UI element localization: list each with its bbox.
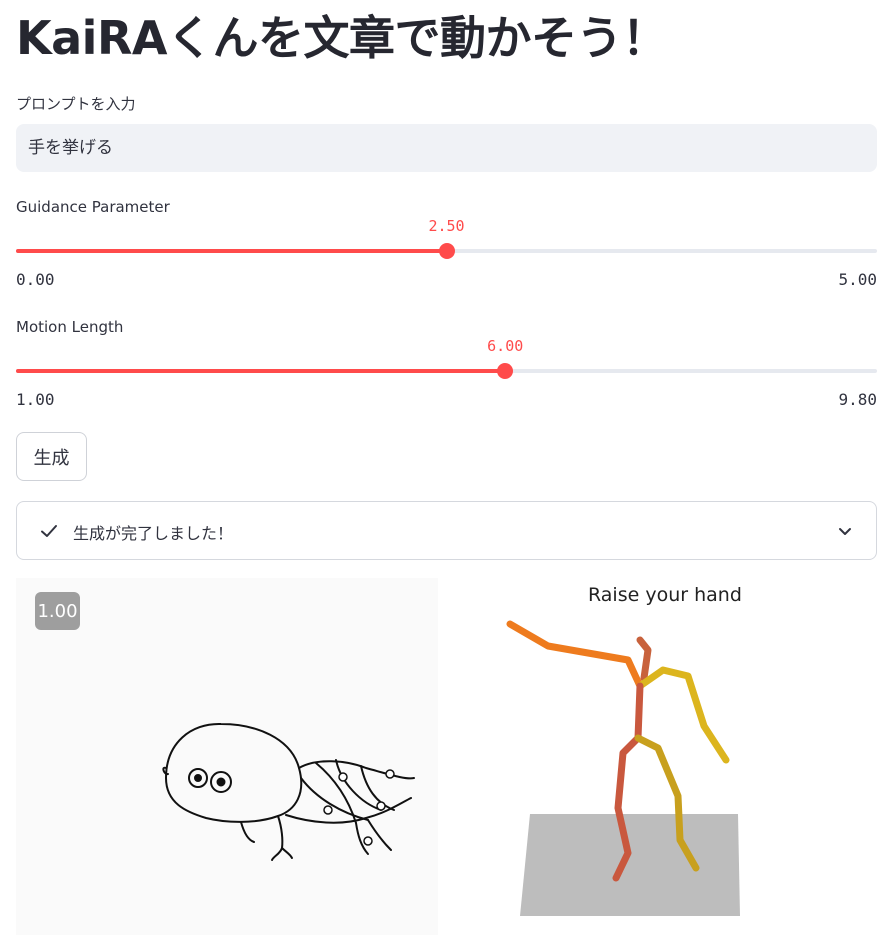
status-text: 生成が完了しました！ [73,524,234,543]
motion-length-min: 1.00 [16,390,55,409]
slider-thumb[interactable] [497,363,514,379]
chevron-down-icon[interactable] [836,522,854,540]
prompt-label: プロンプトを入力 [16,95,136,113]
video-player[interactable] [16,578,438,935]
guidance-max: 5.00 [838,270,877,289]
skeleton-figure [506,620,740,916]
guidance-slider[interactable]: 2.50 [16,217,877,267]
slider-fill [16,369,506,373]
motion-length-slider[interactable]: 6.00 [16,337,877,387]
prompt-input[interactable]: 手を挙げる [16,124,877,172]
slider-value: 6.00 [487,337,524,355]
slider-fill [16,249,447,253]
motion-animation [448,578,888,935]
guidance-min: 0.00 [16,270,55,289]
guidance-label: Guidance Parameter [16,198,170,216]
generate-button[interactable]: 生成 [16,432,87,481]
status-expander[interactable]: 生成が完了しました！ [16,501,877,560]
page-title: KaiRAくんを文章で動かそう！ [16,11,668,65]
animation-caption: Raise your hand [588,584,742,606]
slider-thumb[interactable] [438,243,455,259]
kaira-character-image [162,722,415,861]
slider-value: 2.50 [428,217,465,235]
motion-length-label: Motion Length [16,318,124,336]
ground-plane [520,814,740,916]
check-icon [41,525,57,537]
motion-length-max: 9.80 [838,390,877,409]
speed-badge: 1.00 [35,592,80,630]
